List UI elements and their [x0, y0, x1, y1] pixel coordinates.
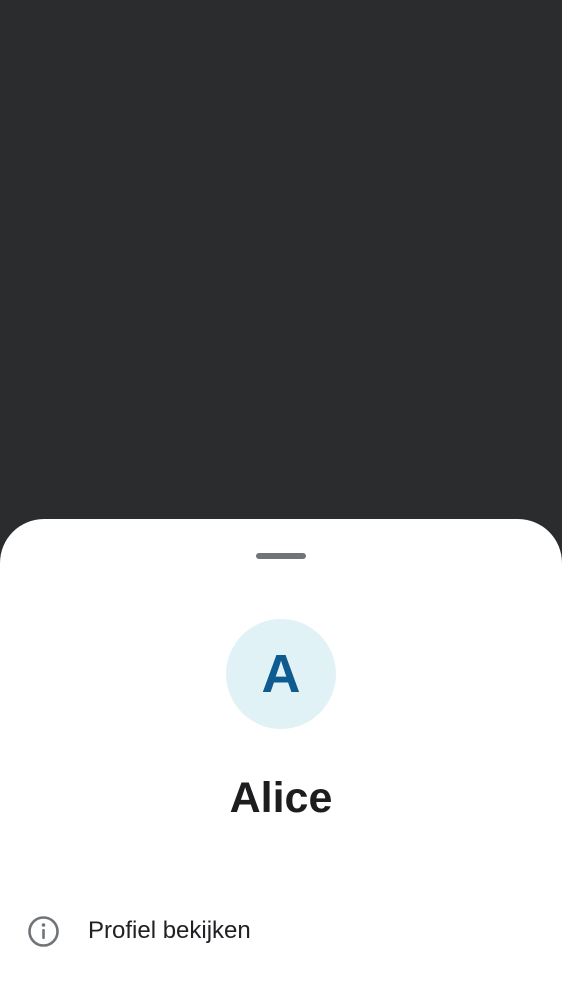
- drag-handle[interactable]: [256, 553, 306, 559]
- bottom-sheet: A Alice Profiel bekijken: [0, 519, 562, 1000]
- info-icon: [28, 916, 59, 947]
- view-profile-button[interactable]: Profiel bekijken: [0, 899, 562, 963]
- contact-name: Alice: [229, 774, 333, 822]
- avatar-initial: A: [261, 644, 301, 704]
- view-profile-label: Profiel bekijken: [88, 917, 251, 944]
- avatar: A: [226, 619, 336, 729]
